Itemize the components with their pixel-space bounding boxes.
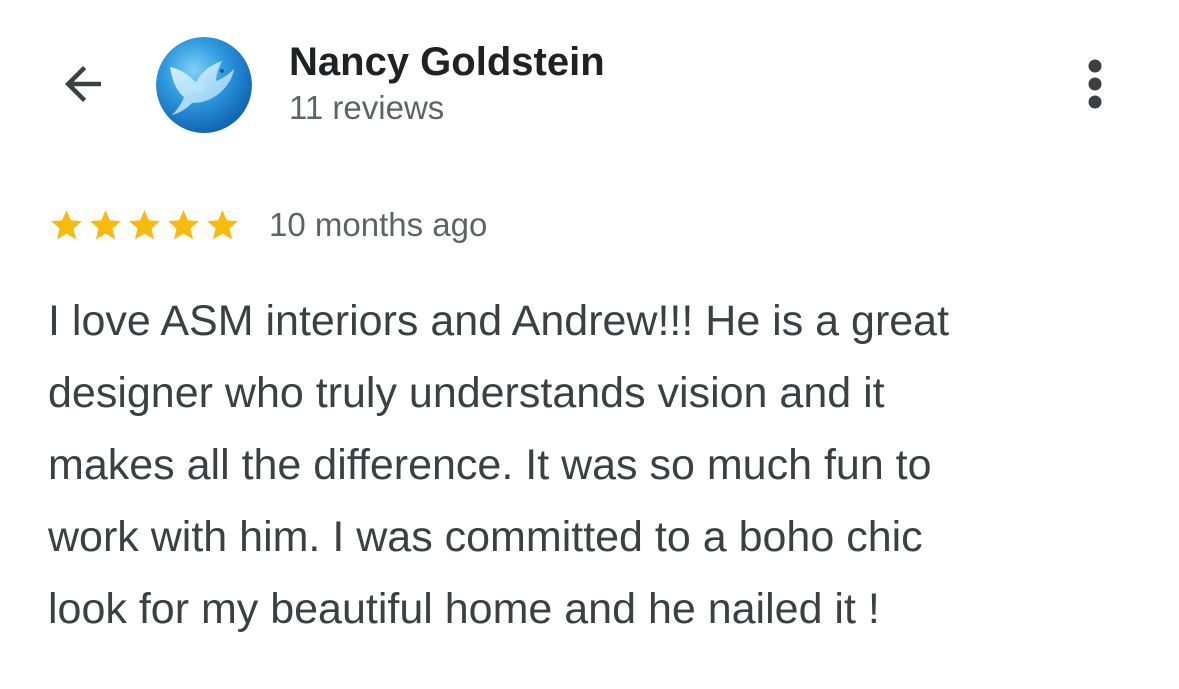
author-name[interactable]: Nancy Goldstein <box>289 40 605 85</box>
avatar[interactable] <box>156 37 252 133</box>
star-icon <box>129 209 160 239</box>
star-icon <box>90 209 121 239</box>
more-vert-icon <box>1088 59 1102 109</box>
star-icon <box>51 209 82 239</box>
star-rating <box>48 207 243 244</box>
dove-avatar-icon <box>156 37 252 133</box>
arrow-back-icon <box>65 66 101 102</box>
star-icon <box>207 209 238 239</box>
review-timestamp: 10 months ago <box>269 206 488 243</box>
review-text: I love ASM interiors and Andrew!!! He is… <box>48 297 950 633</box>
more-options-button[interactable] <box>1072 52 1118 116</box>
review-count: 11 reviews <box>289 89 445 126</box>
rating-row: 10 months ago <box>48 203 487 247</box>
star-icon <box>168 209 199 239</box>
back-button[interactable] <box>52 56 114 112</box>
